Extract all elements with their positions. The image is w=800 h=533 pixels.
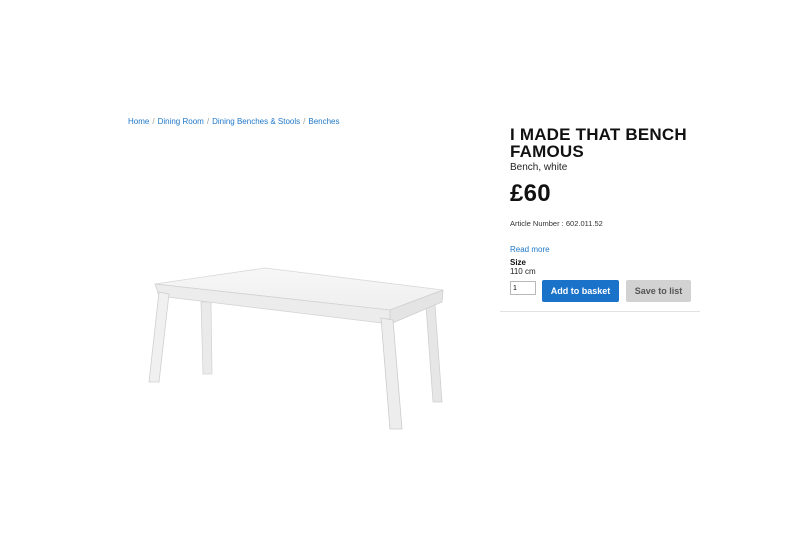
product-price: £60	[510, 180, 551, 207]
product-info: I MADE THAT BENCH FAMOUS Bench, white £6…	[510, 126, 710, 276]
add-to-basket-button[interactable]: Add to basket	[542, 280, 619, 302]
product-image	[148, 267, 444, 430]
breadcrumb-dining-room[interactable]: Dining Room	[158, 117, 204, 126]
product-title: I MADE THAT BENCH FAMOUS	[510, 125, 687, 161]
product-subtitle: Bench, white	[510, 162, 568, 173]
article-number: Article Number : 602.011.52	[510, 219, 603, 228]
breadcrumb: Home / Dining Room / Dining Benches & Stools…	[128, 117, 340, 126]
save-to-list-button[interactable]: Save to list	[626, 280, 691, 302]
breadcrumb-home[interactable]: Home	[128, 117, 149, 126]
size-value: 110 cm	[510, 267, 536, 276]
purchase-actions: Add to basket Save to list	[510, 280, 710, 302]
quantity-input[interactable]	[510, 281, 536, 295]
breadcrumb-dining-benches-stools[interactable]: Dining Benches & Stools	[212, 117, 300, 126]
read-more-link[interactable]: Read more	[510, 245, 710, 254]
breadcrumb-benches[interactable]: Benches	[308, 117, 339, 126]
breadcrumb-separator: /	[206, 117, 210, 126]
breadcrumb-separator: /	[303, 117, 306, 126]
divider	[500, 311, 700, 312]
breadcrumb-separator: /	[152, 117, 155, 126]
size-label: Size	[510, 258, 527, 267]
